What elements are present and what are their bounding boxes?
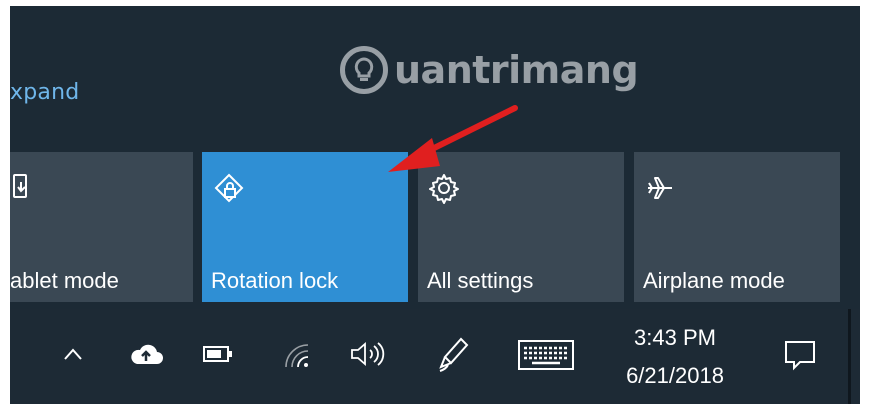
taskbar: 3:43 PM 6/21/2018 (10, 309, 860, 404)
expand-link[interactable]: xpand (10, 80, 79, 105)
taskbar-clock[interactable]: 3:43 PM 6/21/2018 (610, 319, 740, 395)
screen: xpand uantrimang ablet mode Rotation loc… (10, 6, 860, 404)
taskbar-divider (848, 309, 851, 404)
tile-rotation-lock[interactable]: Rotation lock (202, 152, 408, 302)
onedrive-cloud-icon[interactable] (126, 339, 166, 369)
tile-label: ablet mode (10, 268, 119, 293)
rotation-lock-icon (212, 172, 244, 203)
airplane-icon (644, 172, 674, 202)
red-arrow-annotation (388, 105, 518, 172)
tablet-mode-icon (12, 172, 42, 202)
clock-time: 3:43 PM (634, 325, 716, 350)
tile-tablet-mode[interactable]: ablet mode (10, 152, 193, 302)
pen-ink-icon[interactable] (434, 333, 474, 377)
tile-airplane-mode[interactable]: Airplane mode (634, 152, 840, 302)
lightbulb-logo-icon (340, 46, 388, 94)
chevron-up-icon[interactable] (58, 339, 88, 369)
battery-icon[interactable] (200, 341, 236, 367)
tile-label: All settings (427, 268, 534, 293)
watermark: uantrimang (340, 46, 639, 94)
keyboard-icon[interactable] (516, 339, 576, 371)
action-center-icon[interactable] (780, 335, 820, 375)
tile-label: Airplane mode (643, 268, 785, 293)
watermark-text: uantrimang (394, 48, 639, 92)
wifi-icon[interactable] (276, 337, 316, 371)
volume-icon[interactable] (346, 337, 390, 371)
clock-date: 6/21/2018 (626, 363, 724, 388)
tile-label: Rotation lock (211, 268, 339, 293)
